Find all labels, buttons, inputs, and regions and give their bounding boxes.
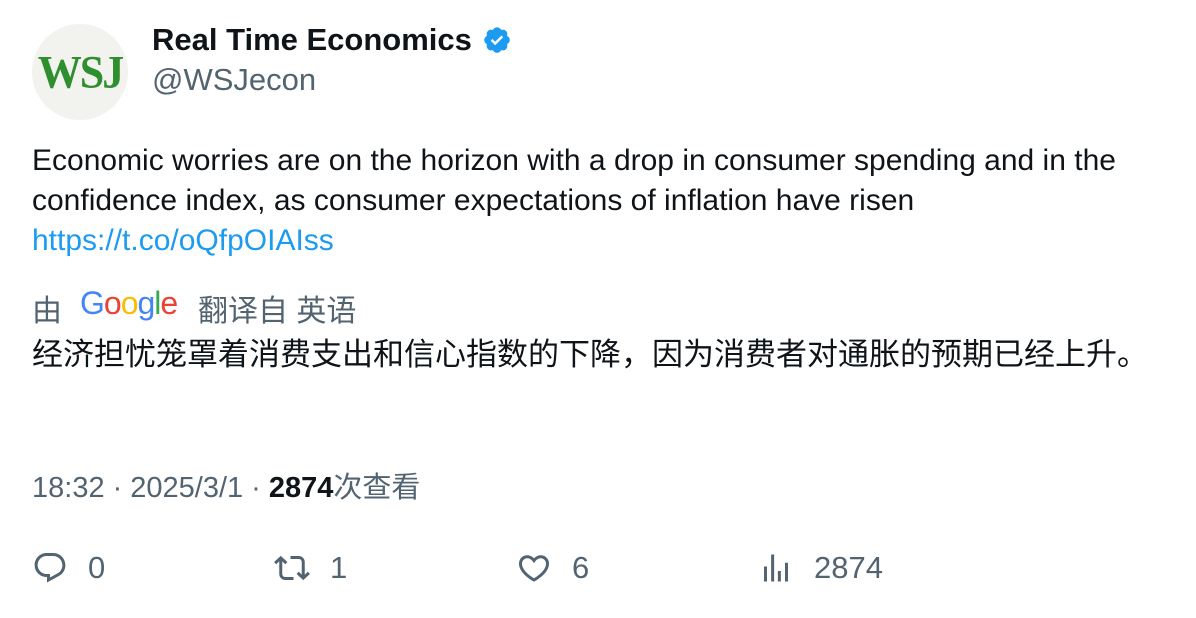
retweet-count: 1 (330, 550, 348, 585)
like-button[interactable]: 6 (516, 550, 589, 586)
tweet-text: Economic worries are on the horizon with… (32, 144, 1116, 217)
translated-by-suffix: 翻译自 英语 (198, 295, 357, 328)
reply-icon (32, 550, 68, 586)
views-label: 次查看 (333, 472, 421, 504)
meta-separator: · (251, 472, 261, 504)
like-count: 6 (572, 550, 590, 585)
tweet-date[interactable]: 2025/3/1 (130, 472, 243, 505)
views-icon (758, 550, 794, 586)
display-name-text: Real Time Economics (152, 22, 472, 57)
views-button[interactable]: 2874 (758, 550, 883, 586)
svg-text:Google: Google (80, 286, 177, 321)
meta-separator: · (112, 472, 123, 504)
tweet-time[interactable]: 18:32 (32, 472, 105, 505)
views-count-action: 2874 (814, 550, 883, 585)
translated-text: 经济担忧笼罩着消费支出和信心指数的下降，因为消费者对通胀的预期已经上升。 (32, 337, 1148, 372)
tweet-body: Economic worries are on the horizon with… (32, 141, 1162, 261)
retweet-button[interactable]: 1 (274, 550, 347, 586)
verified-badge-icon (482, 25, 512, 55)
retweet-icon (274, 550, 310, 586)
author-handle[interactable]: @WSJecon (152, 62, 316, 98)
reply-button[interactable]: 0 (32, 550, 105, 586)
translated-by: 由 Google 翻译自 英语 (32, 285, 357, 330)
translated-by-prefix: 由 (32, 295, 62, 328)
views-count: 2874 (268, 472, 334, 504)
tweet-meta: 18:32 · 2025/3/1 · 2874 次查看 (32, 464, 420, 506)
tweet-link[interactable]: https://t.co/oQfpOIAIss (32, 221, 1162, 261)
wsj-logo: WSJ (37, 46, 124, 98)
reply-count: 0 (88, 550, 106, 585)
like-icon (516, 550, 552, 586)
action-bar: 0 1 6 2874 (0, 550, 1196, 594)
avatar[interactable]: WSJ (32, 24, 128, 120)
google-logo: Google (80, 285, 178, 330)
author-display-name[interactable]: Real Time Economics (152, 22, 512, 58)
